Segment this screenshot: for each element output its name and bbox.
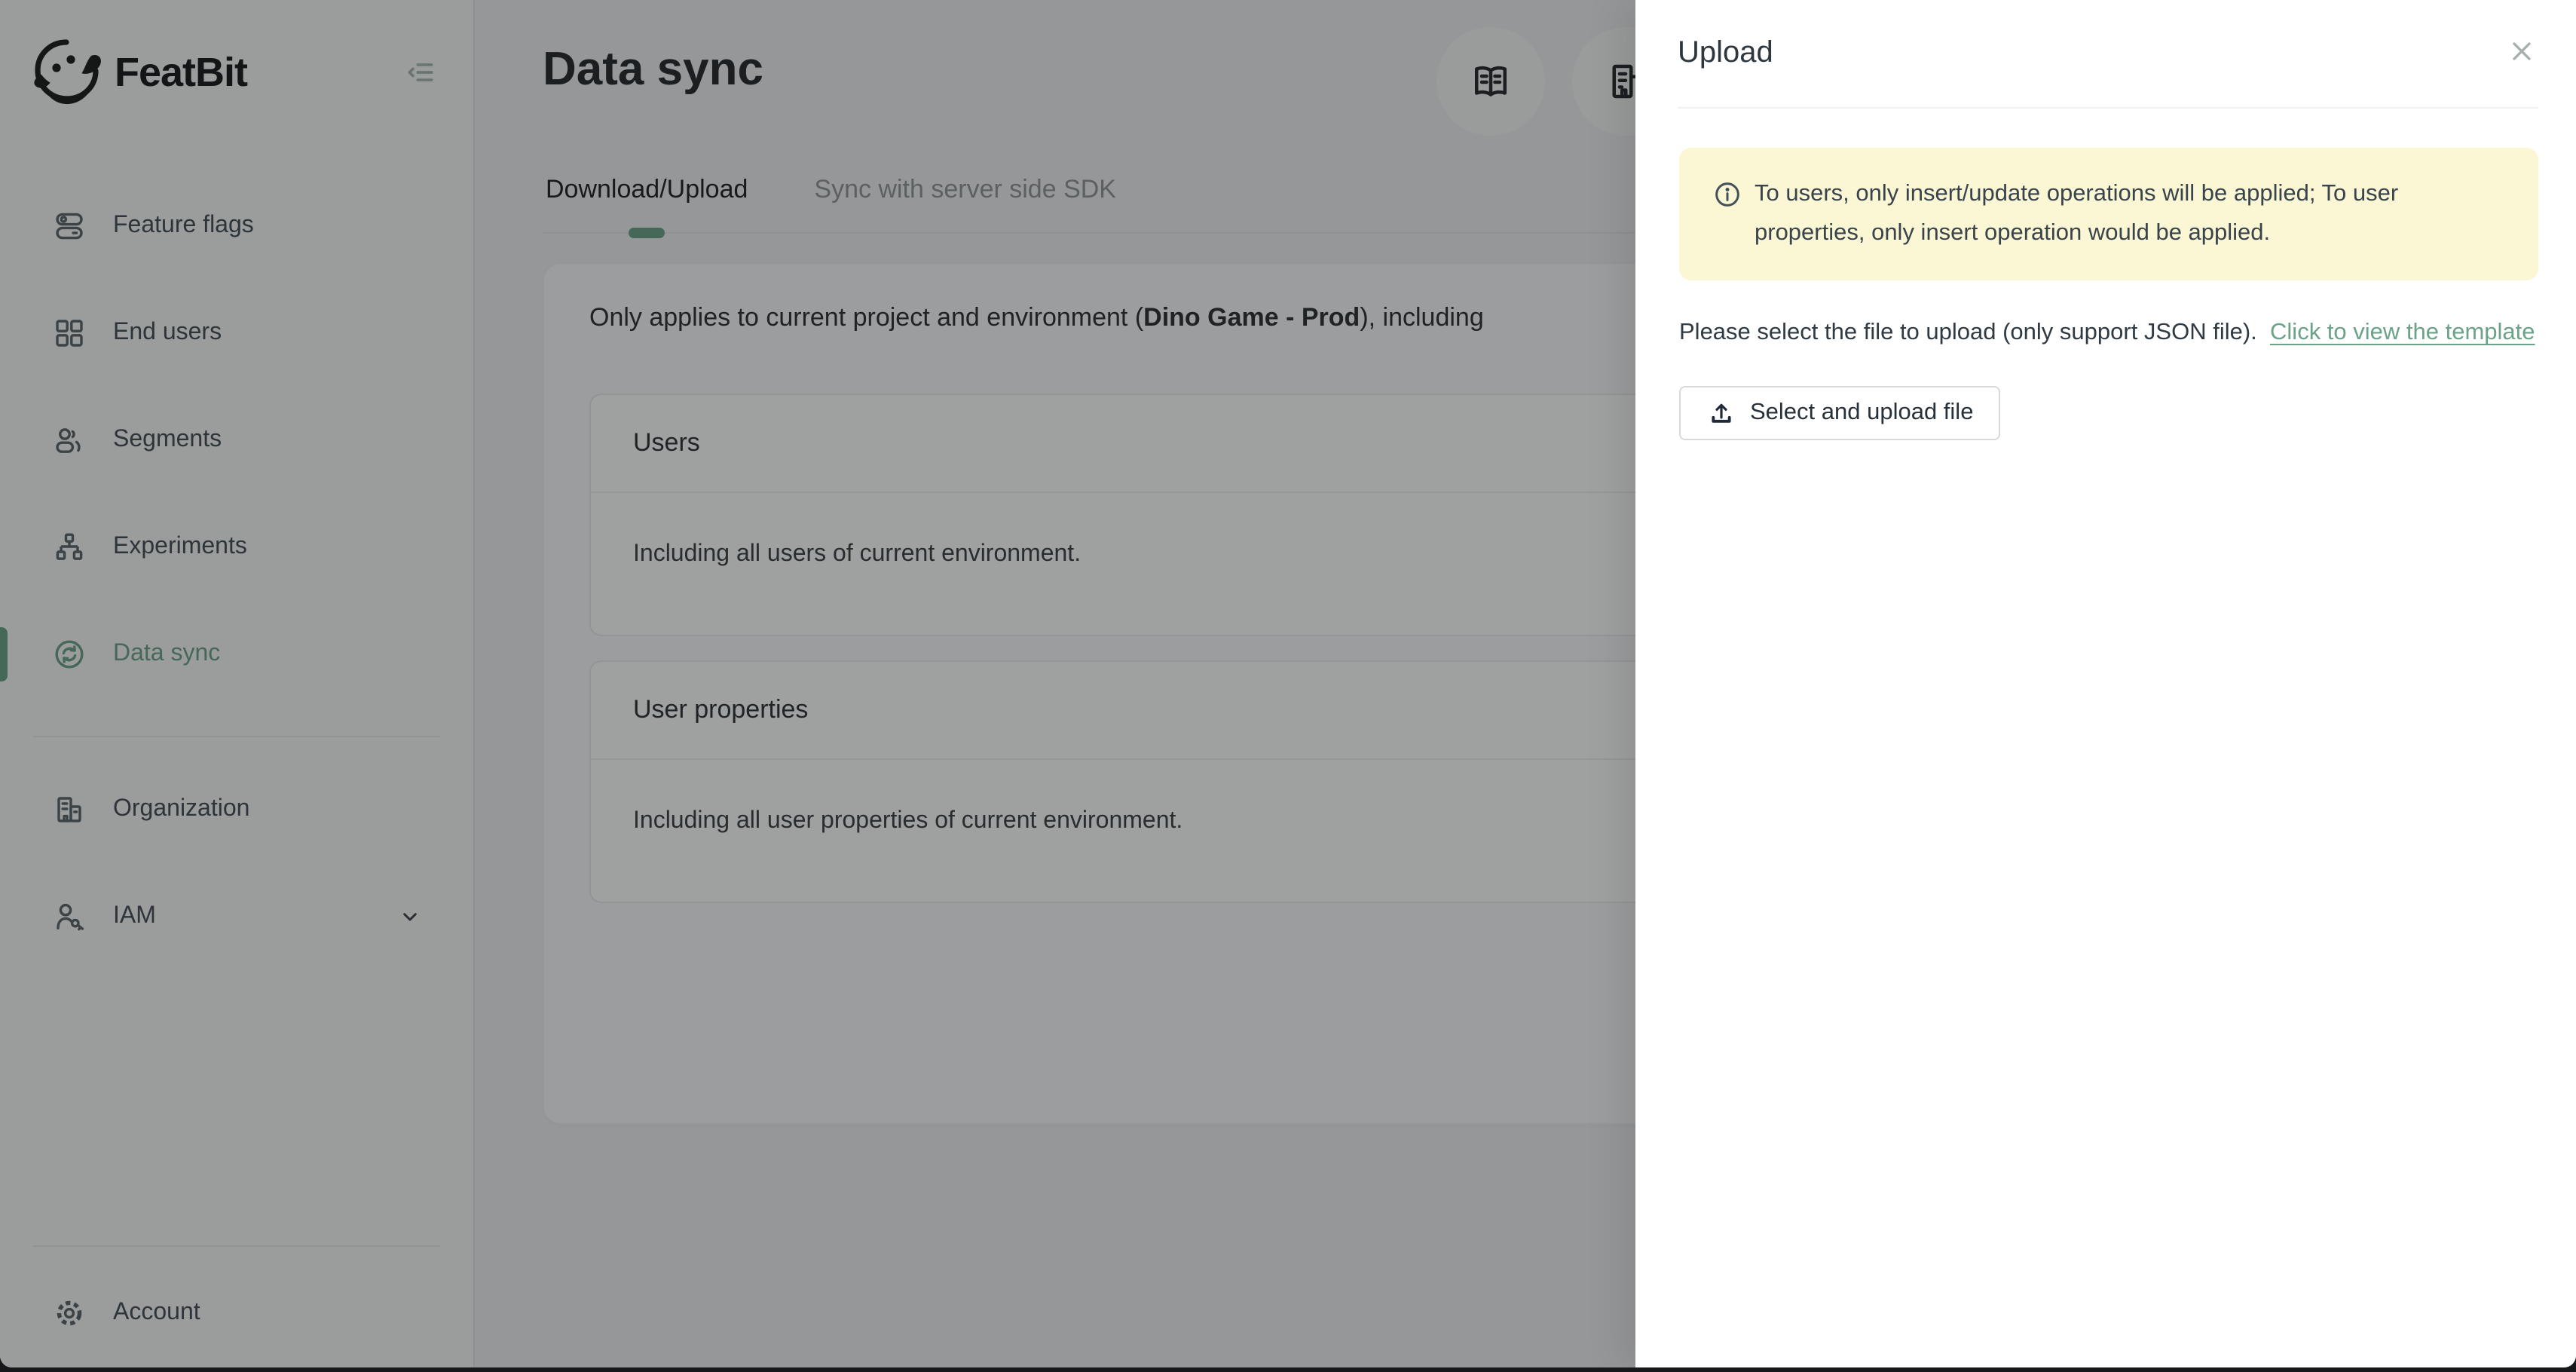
drawer-title: Upload	[1678, 36, 2534, 71]
modal-overlay[interactable]	[0, 0, 1635, 1367]
close-button[interactable]	[2501, 30, 2543, 72]
select-upload-file-button[interactable]: Select and upload file	[1679, 386, 2000, 440]
app-window: FeatBit Feature flags	[0, 0, 2576, 1367]
info-alert: To users, only insert/update operations …	[1679, 148, 2538, 280]
alert-text: To users, only insert/update operations …	[1755, 175, 2421, 253]
screen: FeatBit Feature flags	[0, 0, 2576, 1372]
drawer-header: Upload	[1635, 0, 2576, 71]
upload-drawer: Upload To use	[1635, 0, 2576, 1367]
upload-icon	[1706, 398, 1736, 428]
info-icon	[1712, 179, 1742, 210]
upload-instructions: Please select the file to upload (only s…	[1679, 314, 2538, 353]
drawer-body: To users, only insert/update operations …	[1635, 109, 2576, 440]
view-template-link[interactable]: Click to view the template	[2270, 320, 2535, 345]
upload-button-label: Select and upload file	[1750, 400, 1973, 427]
close-icon	[2507, 36, 2537, 66]
